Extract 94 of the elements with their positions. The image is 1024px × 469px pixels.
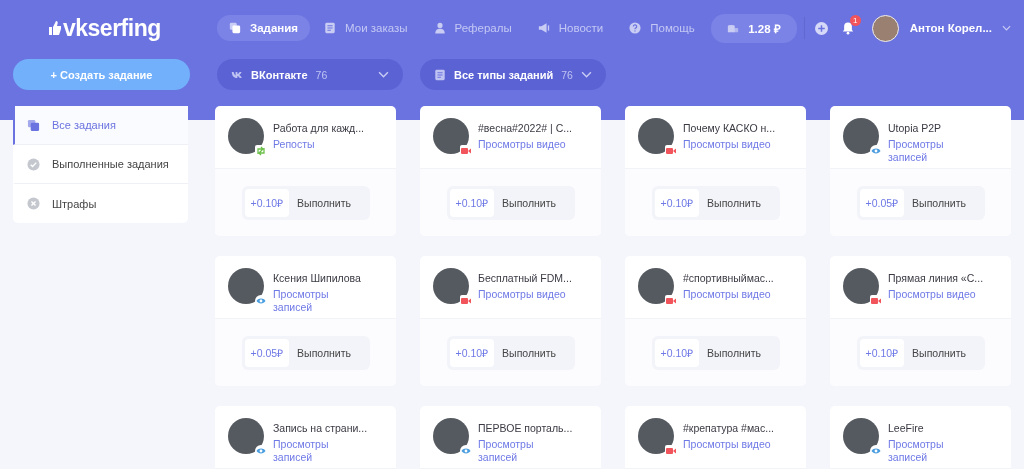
thumbs-up-icon — [48, 20, 62, 36]
execute-button[interactable]: Выполнить — [703, 196, 765, 209]
task-type: Просмотры записей — [478, 438, 535, 464]
eye-icon — [460, 445, 472, 457]
video-camera-icon — [870, 295, 882, 307]
task-title[interactable]: #весна#2022# | С... — [478, 122, 572, 134]
cross-icon — [27, 197, 40, 210]
task-type: Просмотры видео — [478, 288, 567, 301]
photo-placeholder — [228, 418, 264, 454]
filter-count: 76 — [315, 68, 328, 81]
reward-amount: +0.10₽ — [654, 338, 700, 367]
chevron-down-icon — [378, 71, 389, 78]
task-type: Просмотры записей — [888, 438, 945, 464]
filter-dropdown[interactable]: Все типы заданий 76 — [420, 59, 606, 90]
task-type: Просмотры видео — [478, 138, 567, 151]
task-type: Просмотры видео — [683, 138, 772, 151]
photo-placeholder — [433, 118, 469, 154]
photo-placeholder — [433, 268, 469, 304]
photo-placeholder — [433, 418, 469, 454]
task-title[interactable]: Прямая линия «С... — [888, 272, 984, 284]
avatar-placeholder[interactable] — [871, 14, 899, 42]
document-icon — [434, 68, 446, 81]
user-name[interactable]: Антон Корел... — [909, 22, 992, 34]
filter-count: 76 — [561, 68, 573, 81]
bell-icon[interactable] — [841, 21, 854, 35]
eye-icon — [255, 445, 267, 457]
execute-button[interactable]: Выполнить — [908, 346, 970, 359]
filter-label: ВКонтакте — [251, 68, 308, 81]
photo-placeholder — [638, 118, 674, 154]
notification-badge: 1 — [849, 15, 861, 26]
reward-amount: +0.10₽ — [859, 338, 905, 367]
task-title[interactable]: #крепатура #мас... — [683, 422, 774, 434]
execute-button[interactable]: Выполнить — [703, 346, 765, 359]
logo[interactable]: vkserfing — [48, 14, 217, 42]
photo-placeholder — [228, 268, 264, 304]
filter-dropdown[interactable]: ВКонтакте 76 — [217, 59, 403, 90]
check-icon — [27, 157, 40, 171]
user-icon — [433, 22, 446, 34]
sidebar-item[interactable]: Штрафы — [13, 184, 188, 223]
task-type: Просмотры видео — [888, 288, 977, 301]
task-title[interactable]: Utopia P2P — [888, 122, 983, 134]
reward-amount: +0.10₽ — [449, 188, 495, 217]
help-icon — [629, 22, 642, 34]
task-type: Просмотры записей — [273, 288, 330, 314]
eye-icon — [870, 445, 882, 457]
video-camera-icon — [665, 445, 677, 457]
reward-amount: +0.10₽ — [654, 188, 700, 217]
execute-button[interactable]: Выполнить — [293, 196, 355, 209]
execute-button[interactable]: Выполнить — [293, 346, 355, 359]
reward-amount: +0.05₽ — [859, 188, 905, 217]
task-title[interactable]: Бесплатный FDM... — [478, 272, 572, 284]
task-type: Просмотры записей — [888, 138, 945, 164]
video-camera-icon — [460, 145, 472, 157]
sidebar-item[interactable]: Все задания — [13, 106, 188, 145]
photo-placeholder — [638, 418, 674, 454]
document-icon — [324, 22, 337, 34]
filter-label: Все типы заданий — [454, 68, 554, 81]
eye-icon — [255, 295, 267, 307]
task-title[interactable]: Ксения Шипилова — [273, 272, 368, 284]
megaphone-icon — [537, 22, 550, 34]
task-title[interactable]: LeeFire — [888, 422, 983, 434]
task-type: Просмотры видео — [683, 288, 772, 301]
chevron-down-icon[interactable] — [1002, 25, 1011, 31]
task-title[interactable]: #спортивныймас... — [683, 272, 774, 284]
video-camera-icon — [460, 295, 472, 307]
chevron-down-icon — [581, 71, 592, 78]
add-icon[interactable] — [814, 21, 828, 35]
video-camera-icon — [665, 145, 677, 157]
execute-button[interactable]: Выполнить — [498, 196, 560, 209]
reward-amount: +0.10₽ — [449, 338, 495, 367]
reward-amount: +0.05₽ — [244, 338, 290, 367]
photo-placeholder — [843, 268, 879, 304]
execute-button[interactable]: Выполнить — [498, 346, 560, 359]
photo-placeholder — [228, 118, 264, 154]
task-title[interactable]: Запись на страни... — [273, 422, 368, 434]
task-type: Просмотры записей — [273, 438, 330, 464]
photo-placeholder — [638, 268, 674, 304]
task-title[interactable]: Почему КАСКО н... — [683, 122, 776, 134]
reward-amount: +0.10₽ — [244, 188, 290, 217]
eye-icon — [870, 145, 882, 157]
execute-button[interactable]: Выполнить — [908, 196, 970, 209]
task-title[interactable]: Работа для кажд... — [273, 122, 364, 134]
task-type: Репосты — [273, 138, 316, 151]
photo-placeholder — [843, 118, 879, 154]
repost-icon — [255, 145, 267, 157]
coins-icon — [727, 22, 740, 34]
copy-icon — [27, 118, 40, 132]
photo-placeholder — [843, 418, 879, 454]
video-camera-icon — [665, 295, 677, 307]
sidebar-item[interactable]: Выполненные задания — [13, 145, 188, 184]
task-type: Просмотры видео — [683, 438, 772, 451]
task-title[interactable]: ПЕРВОЕ порталь... — [478, 422, 573, 434]
copy-icon — [229, 22, 241, 34]
logo-text: vkserfing — [63, 14, 161, 42]
